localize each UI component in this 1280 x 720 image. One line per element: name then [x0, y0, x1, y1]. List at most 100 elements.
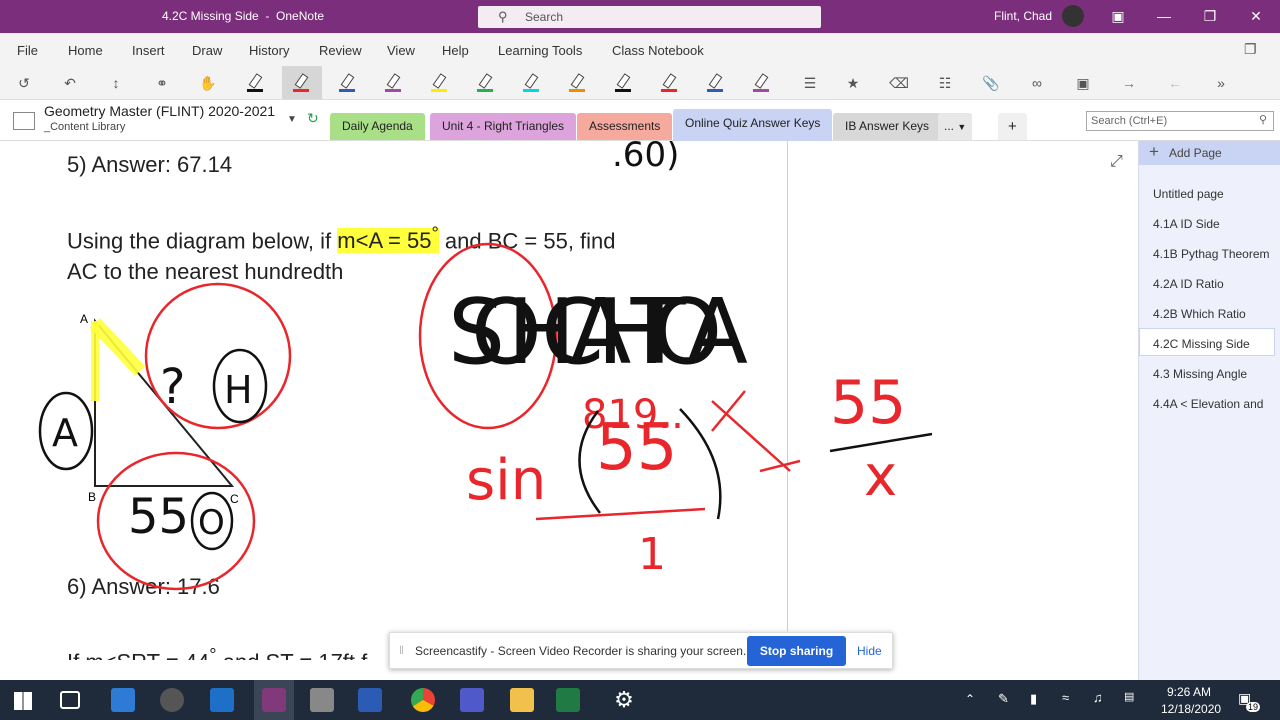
- clock-time[interactable]: 9:26 AM: [1167, 685, 1211, 699]
- avatar[interactable]: [1062, 5, 1084, 27]
- clock-date[interactable]: 12/18/2020: [1161, 702, 1221, 716]
- tab-assessments[interactable]: Assessments: [577, 113, 673, 140]
- lasso-icon[interactable]: ⚭: [151, 72, 173, 94]
- menu-view[interactable]: View: [387, 43, 415, 58]
- ime-icon[interactable]: ▤: [1124, 690, 1134, 703]
- tab-more[interactable]: ... ▼: [938, 113, 973, 140]
- ink-partial-top: .60): [612, 141, 679, 175]
- search-icon: ⚲: [1258, 114, 1267, 126]
- volume-icon[interactable]: ♫: [1093, 690, 1103, 705]
- tab-label: Online Quiz Answer Keys: [685, 116, 821, 130]
- menu-history[interactable]: History: [249, 43, 289, 58]
- app-icon[interactable]: [111, 688, 135, 712]
- tab-unit-4[interactable]: Unit 4 - Right Triangles: [430, 113, 577, 140]
- file-explorer-icon[interactable]: [510, 688, 534, 712]
- eraser-icon[interactable]: ⌫: [888, 72, 910, 94]
- black-pen-icon[interactable]: [247, 74, 263, 92]
- cyan-highlighter-icon[interactable]: [523, 74, 539, 92]
- tab-online-quiz[interactable]: Online Quiz Answer Keys: [673, 109, 833, 141]
- menu-home[interactable]: Home: [68, 43, 103, 58]
- onenote-icon[interactable]: [262, 688, 286, 712]
- settings-icon[interactable]: ⚙: [612, 688, 636, 712]
- page-item[interactable]: 4.1B Pythag Theorem: [1153, 247, 1270, 261]
- restore-button[interactable]: ❐: [1200, 6, 1220, 26]
- wifi-icon[interactable]: ≈: [1062, 690, 1069, 705]
- purple-pen-2-icon[interactable]: [753, 74, 769, 92]
- notebook-icon[interactable]: ❐: [1244, 41, 1257, 58]
- menu-file[interactable]: File: [17, 43, 38, 58]
- menu-help[interactable]: Help: [442, 43, 469, 58]
- red-pen-2-icon[interactable]: [661, 74, 677, 92]
- user-name[interactable]: Flint, Chad: [994, 9, 1052, 23]
- notebook-nav-icon[interactable]: [13, 112, 35, 130]
- orange-pen-icon[interactable]: [569, 74, 585, 92]
- tab-daily-agenda[interactable]: Daily Agenda: [330, 113, 425, 140]
- menu-draw[interactable]: Draw: [192, 43, 222, 58]
- close-button[interactable]: ✕: [1246, 6, 1266, 26]
- excel-icon[interactable]: [556, 688, 580, 712]
- start-icon[interactable]: [14, 692, 32, 710]
- section-group[interactable]: _Content Library: [44, 121, 125, 133]
- page-item[interactable]: 4.2B Which Ratio: [1153, 307, 1246, 321]
- green-highlighter-icon[interactable]: [477, 74, 493, 92]
- add-page-button[interactable]: + Add Page: [1139, 141, 1280, 165]
- menu-class-notebook[interactable]: Class Notebook: [612, 43, 704, 58]
- forward-arrow-icon[interactable]: →: [1118, 72, 1140, 94]
- search-box[interactable]: ⚲ Search: [478, 6, 821, 28]
- notebook-name[interactable]: Geometry Master (FLINT) 2020-2021: [44, 103, 275, 119]
- outlook-icon[interactable]: [210, 688, 234, 712]
- add-pen-icon[interactable]: ★: [842, 72, 864, 94]
- overflow-icon[interactable]: »: [1210, 72, 1232, 94]
- ink-to-shape-icon[interactable]: ☷: [934, 72, 956, 94]
- ink-label-a: A: [52, 411, 78, 455]
- app-icon[interactable]: [160, 688, 184, 712]
- menu-review[interactable]: Review: [319, 43, 362, 58]
- page-item[interactable]: 4.3 Missing Angle: [1153, 367, 1247, 381]
- more-label: ...: [944, 119, 955, 133]
- page-item-selected[interactable]: 4.2C Missing Side: [1153, 337, 1250, 351]
- attach-icon[interactable]: 📎: [980, 72, 1002, 94]
- link-icon[interactable]: ∞: [1026, 72, 1048, 94]
- red-pen-icon[interactable]: [293, 74, 309, 92]
- yellow-highlighter-icon[interactable]: [431, 74, 447, 92]
- pages-panel: + Add Page Untitled page 4.1A ID Side 4.…: [1138, 141, 1280, 680]
- pan-hand-icon[interactable]: ✋: [197, 72, 219, 94]
- hide-button[interactable]: Hide: [857, 644, 882, 658]
- chrome-icon[interactable]: [411, 688, 435, 712]
- purple-pen-icon[interactable]: [385, 74, 401, 92]
- ink-x: x: [864, 444, 897, 509]
- add-section-button[interactable]: +: [998, 113, 1027, 140]
- menu-insert[interactable]: Insert: [132, 43, 165, 58]
- stop-sharing-button[interactable]: Stop sharing: [747, 636, 846, 666]
- page-item[interactable]: Untitled page: [1153, 187, 1224, 201]
- minimize-button[interactable]: —: [1154, 6, 1174, 26]
- note-canvas[interactable]: ⤢ 5) Answer: 67.14 Using the diagram bel…: [0, 141, 1138, 660]
- tab-label: Assessments: [589, 119, 661, 133]
- chevron-up-icon[interactable]: ⌃: [965, 692, 975, 706]
- sync-icon[interactable]: ↻: [307, 110, 319, 127]
- back-arrow-icon[interactable]: ←: [1164, 72, 1186, 94]
- tab-ib-answer-keys[interactable]: IB Answer Keys: [833, 113, 942, 140]
- fullscreen-icon[interactable]: ▣: [1108, 6, 1128, 26]
- more-pens-icon[interactable]: ☰: [795, 72, 825, 94]
- chevron-down-icon[interactable]: ▼: [287, 114, 297, 125]
- type-select-icon[interactable]: ↕: [105, 72, 127, 94]
- page-item[interactable]: 4.2A ID Ratio: [1153, 277, 1224, 291]
- word-icon[interactable]: [358, 688, 382, 712]
- drag-handle-icon[interactable]: ‖: [399, 643, 404, 657]
- pen-icon[interactable]: ✎: [998, 691, 1009, 707]
- page-search-input[interactable]: Search (Ctrl+E) ⚲: [1086, 111, 1274, 131]
- blue-pen-icon[interactable]: [339, 74, 355, 92]
- battery-icon[interactable]: ▮: [1030, 691, 1037, 707]
- undo-icon[interactable]: ↶: [59, 72, 81, 94]
- black-pen-2-icon[interactable]: [615, 74, 631, 92]
- page-item[interactable]: 4.1A ID Side: [1153, 217, 1220, 231]
- blue-pen-2-icon[interactable]: [707, 74, 723, 92]
- calculator-icon[interactable]: [310, 688, 334, 712]
- teams-icon[interactable]: [460, 688, 484, 712]
- menu-learning-tools[interactable]: Learning Tools: [498, 43, 582, 58]
- back-icon[interactable]: ↺: [13, 72, 35, 94]
- image-icon[interactable]: ▣: [1072, 72, 1094, 94]
- task-view-icon[interactable]: [60, 691, 80, 709]
- page-item[interactable]: 4.4A < Elevation and: [1153, 397, 1263, 411]
